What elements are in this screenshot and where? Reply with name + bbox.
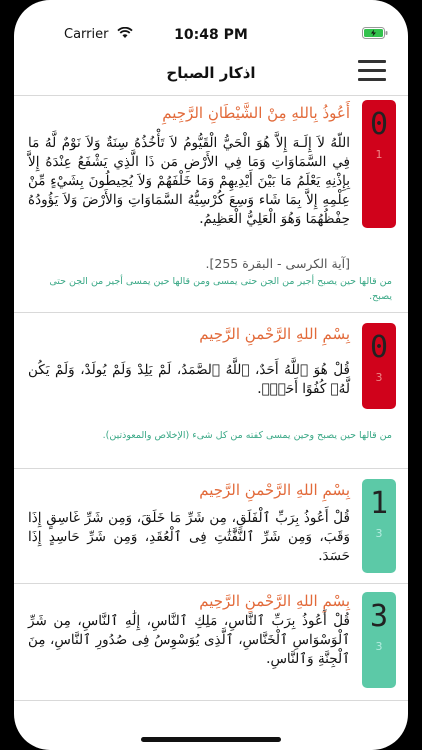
dhikr-virtue: من قالها حين يصبح وحين يمسى كفته من كل ش… xyxy=(102,430,392,441)
counter-repetitions: 1 xyxy=(375,148,383,161)
dhikr-text: اللّهُ لاَ إِلَـهَ إِلاَّ هُوَ الْحَيُّ … xyxy=(28,135,350,227)
status-time: 10:48 PM xyxy=(174,27,248,43)
dhikr-card[interactable]: 0 3 بِسْمِ اللهِ الرَّحْمنِ الرَّحِيم قُ… xyxy=(14,313,408,469)
counter-repetitions: 3 xyxy=(375,527,383,540)
dhikr-card[interactable]: 1 3 بِسْمِ اللهِ الرَّحْمنِ الرَّحِيم قُ… xyxy=(14,469,408,584)
dhikr-heading: بِسْمِ اللهِ الرَّحْمنِ الرَّحِيم xyxy=(199,325,350,343)
battery-charging-icon xyxy=(362,27,388,39)
phone-screen: Carrier 10:48 PM اذكار الصباح 0 1 أَعُوذ… xyxy=(14,0,408,750)
dhikr-card[interactable]: 3 3 بِسْمِ اللهِ الرَّحْمنِ الرَّحِيم قُ… xyxy=(14,584,408,701)
counter-count: 3 xyxy=(369,599,389,634)
counter-button[interactable]: 3 3 xyxy=(362,592,396,688)
counter-button[interactable]: 1 3 xyxy=(362,479,396,573)
dhikr-text: قُلْ هُوَ ٱللَّهُ أَحَدٌ، ٱللَّهُ ٱلصَّم… xyxy=(28,362,350,397)
dhikr-heading: بِسْمِ اللهِ الرَّحْمنِ الرَّحِيم xyxy=(199,481,350,499)
navigation-bar: اذكار الصباح xyxy=(14,50,408,96)
dhikr-card[interactable]: 0 1 أَعُوذُ بِاللهِ مِنْ الشَّيْطَانِ ال… xyxy=(14,96,408,313)
dhikr-text: قُلْ أَعُوذُ بِرَبِّ ٱلْفَلَقِ، مِن شَرِ… xyxy=(28,510,350,564)
dhikr-heading: بِسْمِ اللهِ الرَّحْمنِ الرَّحِيم xyxy=(199,592,350,610)
counter-count: 0 xyxy=(369,107,389,142)
counter-count: 1 xyxy=(369,486,389,521)
page-title: اذكار الصباح xyxy=(166,64,256,82)
counter-count: 0 xyxy=(369,330,389,365)
home-indicator[interactable] xyxy=(141,737,281,742)
counter-repetitions: 3 xyxy=(375,640,383,653)
dhikr-heading: أَعُوذُ بِاللهِ مِنْ الشَّيْطَانِ الرَّج… xyxy=(162,104,350,122)
dhikr-text: قُلْ أَعُوذُ بِرَبِّ ٱلنَّاسِ، مَلِكِ ٱل… xyxy=(28,613,350,667)
counter-button[interactable]: 0 3 xyxy=(362,323,396,409)
hamburger-menu-icon[interactable] xyxy=(358,60,386,82)
counter-repetitions: 3 xyxy=(375,371,383,384)
counter-button[interactable]: 0 1 xyxy=(362,100,396,228)
dhikr-virtue: من قالها حين يصبح أجير من الجن حتى يمسى … xyxy=(49,276,392,302)
status-bar: Carrier 10:48 PM xyxy=(14,0,408,50)
dhikr-reference: [آية الكرسى - البقرة 255]. xyxy=(205,256,350,271)
